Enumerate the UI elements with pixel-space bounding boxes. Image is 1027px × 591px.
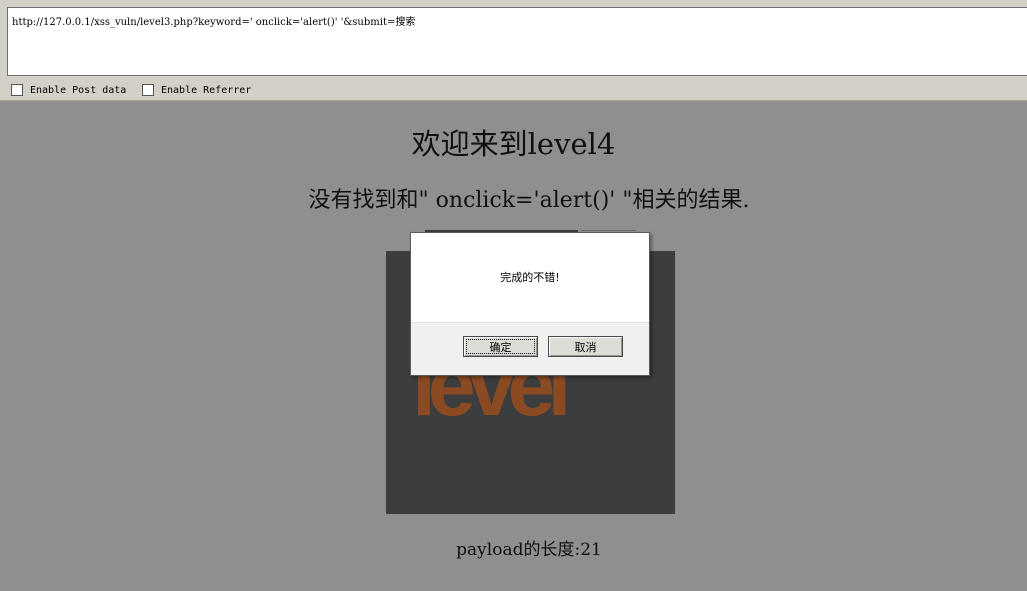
ok-button[interactable]: 确定 (463, 336, 538, 357)
dialog-message: 完成的不错! (500, 271, 560, 284)
enable-referrer-option[interactable]: Enable Referrer (142, 83, 251, 97)
enable-post-data-option[interactable]: Enable Post data (11, 83, 126, 97)
enable-post-data-checkbox[interactable] (11, 84, 23, 96)
cancel-button[interactable]: 取消 (548, 336, 623, 357)
search-result-text: 没有找到和" onclick='alert()' "相关的结果. (308, 188, 750, 213)
enable-referrer-label: Enable Referrer (161, 84, 252, 96)
dialog-footer: 确定 取消 (411, 322, 649, 375)
url-textarea[interactable]: http://127.0.0.1/xss_vuln/level3.php?key… (7, 7, 1027, 76)
alert-dialog: 完成的不错! 确定 取消 (410, 232, 650, 376)
page-heading: 欢迎来到level4 (411, 127, 616, 161)
enable-post-data-label: Enable Post data (30, 84, 127, 96)
hackbar-toolbar: http://127.0.0.1/xss_vuln/level3.php?key… (0, 0, 1027, 101)
enable-referrer-checkbox[interactable] (142, 84, 154, 96)
payload-length-text: payload的长度:21 (456, 540, 602, 560)
